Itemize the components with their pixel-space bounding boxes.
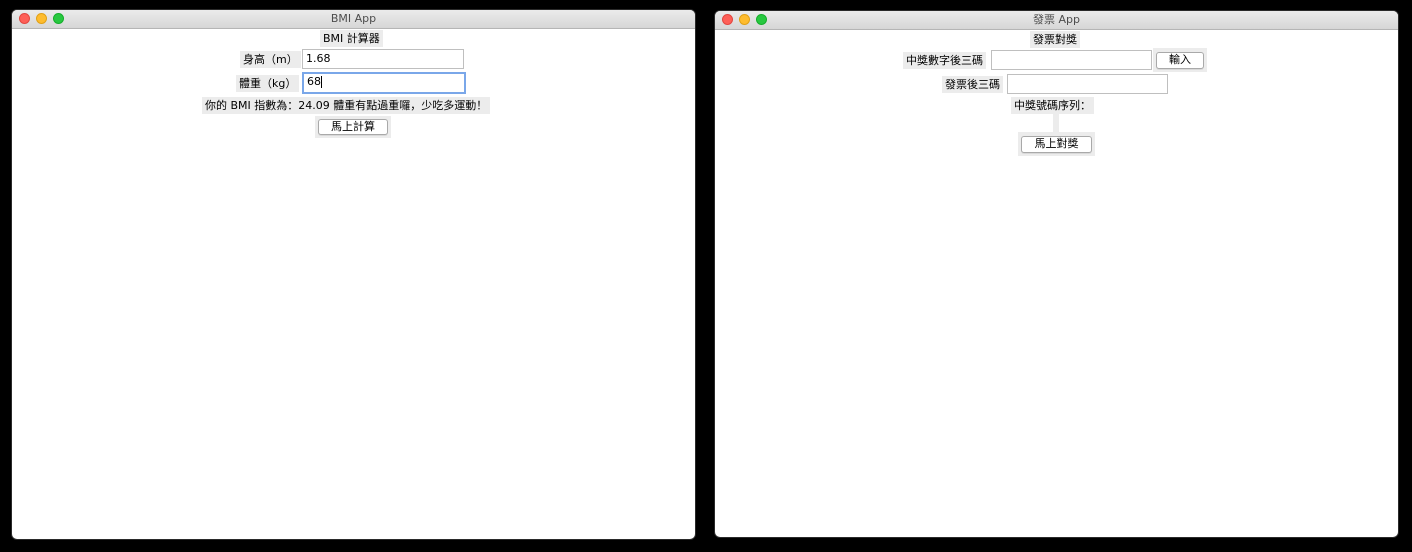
- invoice-heading: 發票對獎: [1030, 31, 1080, 48]
- text-caret: [321, 76, 322, 88]
- weight-input-value: 68: [307, 75, 321, 88]
- input-button-area: 輸入: [1153, 48, 1207, 72]
- weight-input[interactable]: 68: [302, 72, 466, 94]
- window-title: BMI App: [330, 12, 377, 25]
- winning-number-input[interactable]: [991, 50, 1152, 70]
- bmi-app-window: BMI App BMI 計算器 身高（m） 1.68 體重（kg） 68 你的 …: [12, 10, 695, 539]
- invoice-titlebar[interactable]: 發票 App: [715, 11, 1398, 30]
- winning-sequence-label: 中獎號碼序列：: [1011, 97, 1094, 114]
- invoice-app-window: 發票 App 發票對獎 中獎數字後三碼 輸入 發票後三碼 中獎號碼序列： 馬上對…: [715, 11, 1398, 537]
- winning-number-label: 中獎數字後三碼: [903, 52, 986, 69]
- window-title: 發票 App: [1033, 13, 1080, 26]
- invoice-number-input[interactable]: [1007, 74, 1168, 94]
- height-label: 身高（m）: [240, 51, 301, 68]
- bmi-result-text: 你的 BMI 指數為：24.09 體重有點過重囉，少吃多運動！: [202, 97, 491, 114]
- check-button-area: 馬上對獎: [1018, 132, 1095, 156]
- winning-sequence-value: [1053, 114, 1059, 132]
- weight-label: 體重（kg）: [236, 75, 300, 92]
- bmi-heading: BMI 計算器: [320, 30, 383, 47]
- invoice-number-label: 發票後三碼: [942, 76, 1003, 93]
- height-input-value: 1.68: [306, 52, 331, 65]
- calc-button-area: 馬上計算: [315, 116, 391, 138]
- bmi-titlebar[interactable]: BMI App: [12, 10, 695, 29]
- input-button[interactable]: 輸入: [1156, 52, 1204, 69]
- check-invoice-button[interactable]: 馬上對獎: [1021, 136, 1092, 153]
- calculate-button[interactable]: 馬上計算: [318, 119, 388, 135]
- height-input[interactable]: 1.68: [302, 49, 464, 69]
